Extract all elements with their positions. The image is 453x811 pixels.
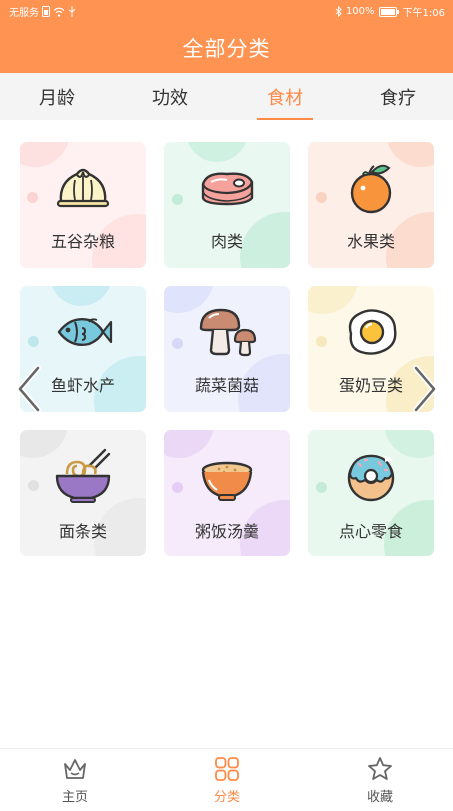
page-title: 全部分类 — [182, 36, 271, 61]
category-grid-icon — [215, 757, 239, 781]
next-arrow-icon[interactable] — [410, 364, 440, 414]
category-card-vegetables[interactable]: 蔬菜菌菇 — [164, 286, 290, 412]
category-card-snacks[interactable]: 点心零食 — [308, 430, 434, 556]
category-label: 肉类 — [210, 232, 243, 251]
usb-icon — [68, 6, 76, 17]
prev-arrow-icon[interactable] — [14, 364, 44, 414]
category-label: 蔬菜菌菇 — [194, 376, 259, 395]
category-label: 粥饭汤羹 — [194, 522, 259, 541]
category-grid: 五谷杂粮 肉类 水果类 鱼虾水产 蔬菜菌菇 蛋奶豆类 面条类 粥饭汤羹 点心零食 — [0, 120, 453, 570]
nav-category[interactable]: 分类 — [177, 749, 277, 811]
nav-category-label: 分类 — [213, 790, 240, 805]
category-card-porridge[interactable]: 粥饭汤羹 — [164, 430, 290, 556]
tab-diet-therapy[interactable]: 食疗 — [353, 73, 443, 120]
tab-ingredients[interactable]: 食材 — [240, 73, 330, 120]
fried-egg-icon — [348, 309, 397, 355]
bottom-navigation: 主页 分类 收藏 — [0, 748, 453, 811]
category-label: 面条类 — [58, 522, 107, 541]
status-bar: 无服务 100% 下午1:06 — [0, 0, 453, 22]
nav-favorites[interactable]: 收藏 — [330, 749, 430, 811]
donut-icon — [347, 454, 395, 502]
meat-icon — [201, 172, 254, 206]
tab-month-age[interactable]: 月龄 — [12, 73, 102, 120]
category-card-meat[interactable]: 肉类 — [164, 142, 290, 268]
battery-icon — [378, 6, 399, 17]
wifi-icon — [53, 7, 65, 17]
soup-bowl-icon — [201, 461, 253, 501]
category-tabs: 月龄 功效 食材 食疗 — [0, 73, 453, 120]
carrier-text: 无服务 — [9, 8, 39, 19]
status-left: 无服务 — [9, 4, 76, 19]
nav-home[interactable]: 主页 — [25, 749, 125, 811]
sim-icon — [42, 6, 50, 17]
bluetooth-icon — [335, 6, 342, 17]
battery-percent: 100% — [345, 6, 375, 17]
mushroom-icon — [199, 308, 257, 357]
nav-home-label: 主页 — [61, 790, 88, 805]
category-card-grains[interactable]: 五谷杂粮 — [20, 142, 146, 268]
title-bar: 全部分类 — [0, 22, 453, 73]
steamed-bun-icon — [56, 168, 110, 208]
category-label: 点心零食 — [338, 522, 403, 541]
category-card-noodles[interactable]: 面条类 — [20, 430, 146, 556]
home-crown-icon — [64, 759, 86, 779]
category-label: 五谷杂粮 — [50, 232, 115, 251]
tab-efficacy[interactable]: 功效 — [125, 73, 215, 120]
star-icon — [368, 757, 392, 780]
status-right: 100% 下午1:06 — [335, 4, 445, 19]
category-label: 水果类 — [346, 232, 395, 251]
nav-favorites-label: 收藏 — [366, 790, 393, 805]
orange-icon — [350, 164, 392, 214]
fish-icon — [57, 318, 113, 346]
noodle-bowl-icon — [55, 448, 111, 503]
category-card-fruit[interactable]: 水果类 — [308, 142, 434, 268]
clock-text: 下午1:06 — [402, 8, 445, 19]
